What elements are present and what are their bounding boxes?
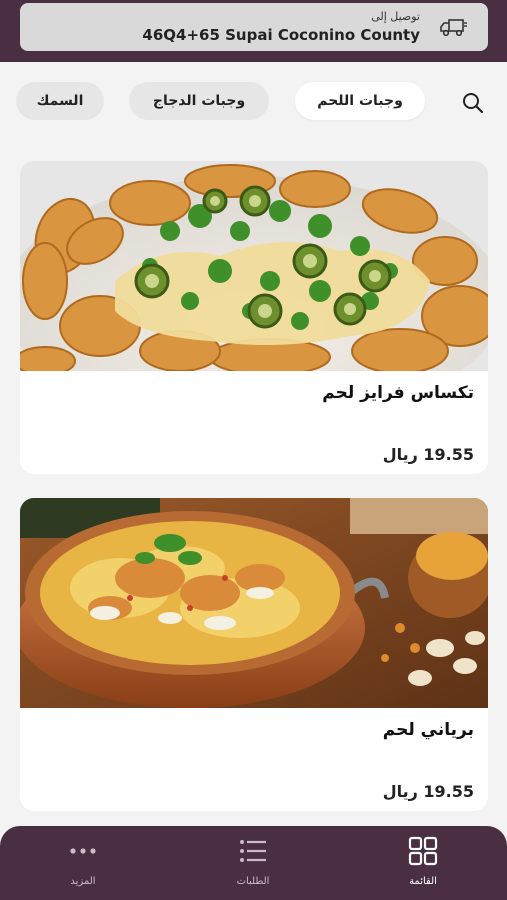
delivery-address-bar[interactable]: توصيل إلى 46Q4+65 Supai Coconino County xyxy=(20,3,488,51)
category-chip-chicken[interactable]: وجبات الدجاج xyxy=(129,82,269,120)
product-name: برياني لحم xyxy=(382,720,474,740)
product-price: 19.55 ريال xyxy=(382,782,474,801)
grid-icon xyxy=(408,836,438,866)
nav-menu[interactable]: القائمة xyxy=(378,834,468,894)
nav-more[interactable]: المزيد xyxy=(38,834,128,894)
nav-menu-label: القائمة xyxy=(409,876,437,887)
search-icon[interactable] xyxy=(459,89,487,117)
product-image xyxy=(20,498,488,708)
nav-orders[interactable]: الطلبات xyxy=(208,834,298,894)
list-icon xyxy=(240,840,266,862)
header: توصيل إلى 46Q4+65 Supai Coconino County xyxy=(0,0,507,62)
nav-orders-label: الطلبات xyxy=(236,876,270,887)
category-bar: وجبات اللحم وجبات الدجاج السمك xyxy=(0,62,507,142)
nav-more-label: المزيد xyxy=(70,876,96,887)
product-price: 19.55 ريال xyxy=(382,445,474,464)
delivery-address: 46Q4+65 Supai Coconino County xyxy=(142,26,420,44)
product-image xyxy=(20,161,488,371)
product-card[interactable]: تكساس فرايز لحم 19.55 ريال xyxy=(20,161,488,474)
product-name: تكساس فرايز لحم xyxy=(322,383,474,403)
bottom-navigation: القائمة الطلبات المزيد xyxy=(0,826,507,900)
more-dots-icon xyxy=(70,848,96,854)
product-card[interactable]: برياني لحم 19.55 ريال xyxy=(20,498,488,811)
category-chip-meat[interactable]: وجبات اللحم xyxy=(295,82,425,120)
category-chip-fish[interactable]: السمك xyxy=(16,82,104,120)
delivery-label: توصيل إلى xyxy=(371,10,420,23)
delivery-truck-icon xyxy=(440,19,467,37)
